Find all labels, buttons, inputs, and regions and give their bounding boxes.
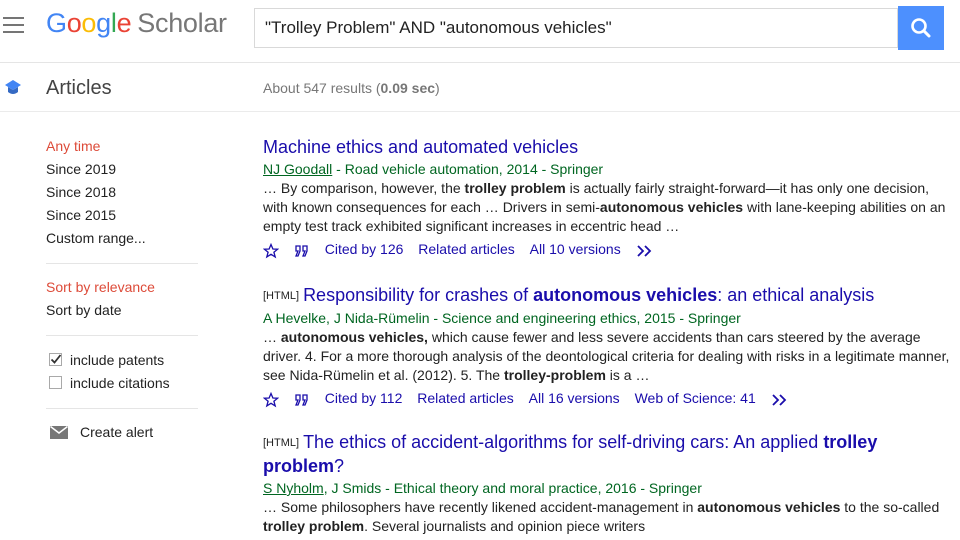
all-versions-link[interactable]: All 16 versions: [529, 388, 620, 408]
sidebar-divider: [46, 408, 198, 409]
hamburger-menu-icon[interactable]: [3, 17, 24, 35]
result-snippet: … By comparison, however, the trolley pr…: [263, 180, 946, 234]
envelope-icon[interactable]: [50, 426, 68, 439]
sort-by-date[interactable]: Sort by date: [46, 302, 122, 318]
section-title: Articles: [46, 77, 112, 99]
more-chevron-icon[interactable]: [771, 388, 789, 408]
result-actions: Cited by 126 Related articles All 10 ver…: [262, 238, 953, 259]
search-box: [254, 8, 898, 48]
search-icon: [911, 18, 931, 38]
save-star-icon[interactable]: [262, 388, 280, 408]
result-snippet: … Some philosophers have recently likene…: [263, 499, 940, 534]
web-of-science-link[interactable]: Web of Science: 41: [635, 388, 756, 408]
result-actions: Cited by 112 Related articles All 16 ver…: [262, 387, 953, 408]
filter-custom-range[interactable]: Custom range...: [46, 230, 146, 246]
result-item: Machine ethics and automated vehicles NJ…: [262, 136, 953, 259]
filter-since-2019[interactable]: Since 2019: [46, 161, 116, 177]
html-tag: [HTML]: [263, 437, 300, 449]
result-item: [HTML] The ethics of accident-algorithms …: [263, 431, 953, 536]
header-bar: Google Scholar: [0, 0, 960, 63]
result-meta: S Nyholm, J Smids - Ethical theory and m…: [263, 480, 702, 496]
cited-by-link[interactable]: Cited by 112: [325, 388, 403, 408]
result-title-link[interactable]: [HTML] Responsibility for crashes of auto…: [263, 284, 953, 308]
include-patents-checkbox[interactable]: [49, 353, 62, 366]
include-citations-checkbox[interactable]: [49, 376, 62, 389]
filter-since-2015[interactable]: Since 2015: [46, 207, 116, 223]
cite-quote-icon[interactable]: [294, 388, 310, 408]
related-articles-link[interactable]: Related articles: [417, 388, 514, 408]
scholar-cap-icon: [5, 80, 21, 94]
result-title-link[interactable]: Machine ethics and automated vehicles: [263, 136, 953, 159]
search-input[interactable]: [255, 9, 895, 47]
results-count: About 547 results (0.09 sec): [263, 80, 440, 96]
include-citations-label[interactable]: include citations: [70, 375, 170, 391]
divider: [0, 111, 960, 112]
checkmark-icon: [50, 354, 62, 364]
cited-by-link[interactable]: Cited by 126: [325, 239, 404, 259]
related-articles-link[interactable]: Related articles: [418, 239, 515, 259]
sidebar-divider: [46, 335, 198, 336]
search-button[interactable]: [898, 6, 944, 50]
google-scholar-logo[interactable]: Google Scholar: [46, 8, 227, 39]
result-title-link[interactable]: [HTML] The ethics of accident-algorithms …: [263, 431, 953, 478]
result-snippet: … autonomous vehicles, which cause fewer…: [263, 329, 950, 383]
html-tag: [HTML]: [263, 290, 300, 302]
all-versions-link[interactable]: All 10 versions: [530, 239, 621, 259]
cite-quote-icon[interactable]: [294, 239, 310, 259]
result-meta: A Hevelke, J Nida-Rümelin - Science and …: [263, 310, 741, 326]
author-link[interactable]: NJ Goodall: [263, 161, 332, 177]
author-link[interactable]: S Nyholm: [263, 480, 324, 496]
filter-since-2018[interactable]: Since 2018: [46, 184, 116, 200]
filter-any-time[interactable]: Any time: [46, 138, 100, 154]
sort-by-relevance[interactable]: Sort by relevance: [46, 279, 155, 295]
save-star-icon[interactable]: [262, 239, 280, 259]
sidebar-divider: [46, 263, 198, 264]
more-chevron-icon[interactable]: [636, 239, 654, 259]
include-patents-label[interactable]: include patents: [70, 352, 164, 368]
result-item: [HTML] Responsibility for crashes of auto…: [262, 284, 953, 408]
result-meta: NJ Goodall - Road vehicle automation, 20…: [263, 161, 604, 177]
create-alert-link[interactable]: Create alert: [80, 424, 153, 440]
